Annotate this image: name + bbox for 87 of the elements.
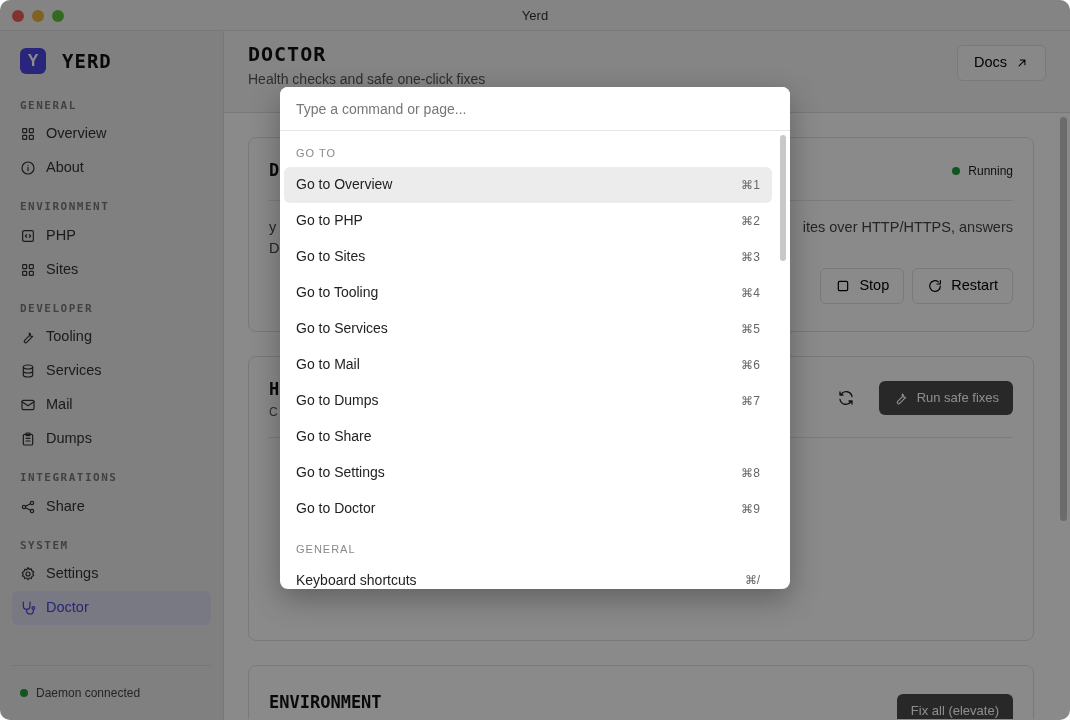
code-icon xyxy=(20,227,36,244)
status-dot xyxy=(20,689,28,697)
settings-icon xyxy=(20,566,36,582)
card-text: y xyxy=(269,217,278,237)
refresh-icon xyxy=(836,388,855,407)
group-heading: GENERAL xyxy=(295,541,357,557)
shortcut-text: ⌘3 xyxy=(741,248,760,266)
command-label: Go to Overview xyxy=(296,175,393,194)
grid-icon xyxy=(20,261,36,278)
section-heading: SYSTEM xyxy=(20,537,70,554)
command-label: Go to PHP xyxy=(296,211,363,230)
page-title: DOCTOR xyxy=(248,41,328,68)
command-label: Go to Dumps xyxy=(296,391,379,410)
sidebar-item[interactable]: Doctor xyxy=(12,591,211,625)
command-label: Go to Mail xyxy=(296,355,360,374)
window-title: Yerd xyxy=(521,8,549,23)
shortcut-text: ⌘6 xyxy=(741,356,760,374)
shortcut-text: ⌘8 xyxy=(741,464,760,482)
group-heading: GO TO xyxy=(295,146,338,161)
database-icon xyxy=(20,363,36,379)
clipboard-icon xyxy=(20,431,36,447)
command-label: Go to Sites xyxy=(296,247,366,266)
restart-icon xyxy=(927,277,944,294)
minimize-button[interactable] xyxy=(32,10,44,22)
status-text: Daemon connected xyxy=(36,685,141,702)
command-label: Go to Share xyxy=(296,427,372,446)
logo-icon: Y xyxy=(20,48,46,75)
command-input[interactable]: Type a command or page... xyxy=(280,87,790,131)
card-subtitle: C xyxy=(269,403,279,421)
shortcut-text: ⌘7 xyxy=(741,392,760,410)
sidebar-item[interactable]: Sites xyxy=(12,252,211,287)
command-item[interactable]: Go to Dumps ⌘7 xyxy=(284,382,772,419)
close-button[interactable] xyxy=(12,10,24,22)
section-heading: DEVELOPER xyxy=(20,300,95,317)
zoom-button[interactable] xyxy=(52,10,64,22)
share-icon xyxy=(20,498,36,515)
section-heading: GENERAL xyxy=(20,97,78,114)
brand-name: YERD xyxy=(62,49,112,74)
sidebar-item[interactable]: Settings xyxy=(12,557,211,591)
command-item[interactable]: Go to Settings ⌘8 xyxy=(284,454,772,491)
shortcut-text: ⌘5 xyxy=(741,320,760,338)
sidebar-item[interactable]: Services xyxy=(12,354,211,388)
command-item[interactable]: Go to Mail ⌘6 xyxy=(284,346,772,383)
page-subtitle: Health checks and safe one-click fixes xyxy=(248,70,486,89)
card-text: ites over HTTP/HTTPS, answers xyxy=(802,217,1013,237)
sidebar-item[interactable]: Share xyxy=(12,489,211,524)
status-text: Running xyxy=(968,162,1013,180)
stethoscope-icon xyxy=(20,600,36,616)
command-item[interactable]: Go to PHP ⌘2 xyxy=(284,202,772,239)
grid-icon xyxy=(20,126,36,142)
shortcut-text: ⌘9 xyxy=(741,500,760,518)
command-item[interactable]: Go to Doctor ⌘9 xyxy=(284,490,772,527)
command-label: Go to Settings xyxy=(296,463,385,482)
docs-button[interactable]: Docs xyxy=(956,45,1046,81)
card-text: D xyxy=(269,239,280,259)
scrollbar[interactable] xyxy=(780,135,786,261)
command-item[interactable]: Go to Overview ⌘1 xyxy=(284,166,772,203)
command-label: Keyboard shortcuts xyxy=(296,570,417,589)
mail-icon xyxy=(20,397,36,413)
sidebar-item[interactable]: PHP xyxy=(12,218,211,253)
command-item[interactable]: Go to Sites ⌘3 xyxy=(284,238,772,275)
card-title: ENVIRONMENT xyxy=(269,691,382,714)
sidebar-item[interactable]: Tooling xyxy=(12,320,211,354)
card-title: H xyxy=(269,378,280,401)
command-item[interactable]: Go to Services ⌘5 xyxy=(284,310,772,347)
command-item[interactable]: Go to Share xyxy=(284,418,772,455)
command-label: Go to Tooling xyxy=(296,283,379,302)
stop-button[interactable]: Stop xyxy=(820,268,905,304)
command-label: Go to Doctor xyxy=(296,499,376,518)
shortcut-text: ⌘4 xyxy=(741,284,760,302)
sidebar-item[interactable]: Overview xyxy=(12,117,211,151)
shortcut-text: ⌘2 xyxy=(741,212,760,230)
section-heading: INTEGRATIONS xyxy=(20,470,119,486)
info-icon xyxy=(20,160,36,176)
sidebar-item[interactable]: About xyxy=(12,151,211,185)
command-item[interactable]: Go to Tooling ⌘4 xyxy=(284,274,772,311)
restart-button[interactable]: Restart xyxy=(912,268,1013,304)
status-dot xyxy=(952,166,961,175)
shortcut-text: ⌘/ xyxy=(744,572,760,589)
sidebar-item[interactable]: Mail xyxy=(12,388,211,422)
shortcut-text: ⌘1 xyxy=(741,176,760,194)
command-item[interactable]: Keyboard shortcuts ⌘/ xyxy=(284,562,772,589)
card-title: D xyxy=(269,159,280,182)
sidebar-item[interactable]: Dumps xyxy=(12,422,211,456)
scrollbar[interactable] xyxy=(1060,117,1067,521)
section-heading: ENVIRONMENT xyxy=(20,199,111,215)
command-label: Go to Services xyxy=(296,319,388,338)
